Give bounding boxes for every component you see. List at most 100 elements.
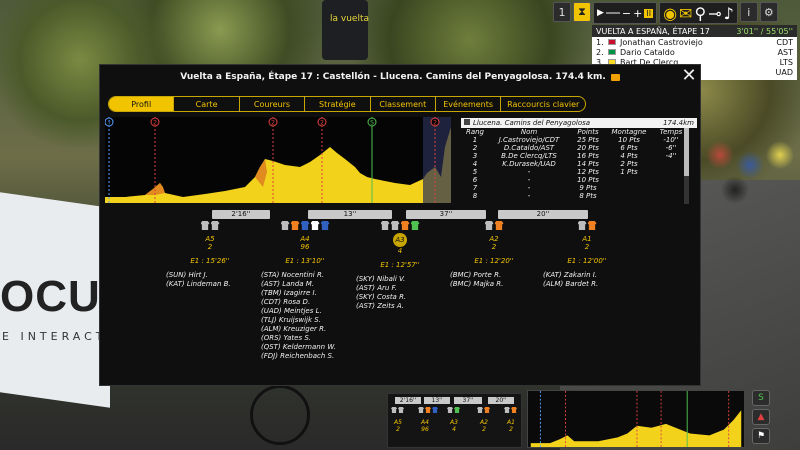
rider-name[interactable]: (BMC) Porte R.: [450, 271, 542, 280]
vuelta-pole-label: la vuelta: [330, 14, 369, 24]
pause-button[interactable]: II: [644, 8, 654, 18]
table-row[interactable]: 7 - 9 Pts: [461, 184, 697, 192]
settings-button[interactable]: ⚙: [759, 2, 778, 22]
standings-row[interactable]: 2. Dario Cataldo AST: [592, 47, 797, 57]
sprint-icon[interactable]: S: [752, 390, 770, 406]
tab-carte[interactable]: Carte: [174, 97, 240, 111]
profile-marker-icon[interactable]: 2: [268, 117, 278, 127]
rider-group[interactable]: A3 4 E1 : 12'57'' (SKY) Nibali V. (AST) Aru …: [352, 221, 448, 311]
vuelta-pole: [322, 0, 368, 60]
bell-icon[interactable]: ♪: [724, 4, 734, 23]
tab-raccourcis-clavier[interactable]: Raccourcis clavier: [501, 97, 585, 111]
column-header: Montagne: [611, 128, 647, 136]
profile-marker-icon[interactable]: 2: [150, 117, 160, 127]
rider-group[interactable]: A5 2 E1 : 15'26'' (SUN) Hirt J. (KAT) Lindem…: [162, 221, 258, 289]
table-row[interactable]: 6 - 10 Pts: [461, 176, 697, 184]
tab-coureurs[interactable]: Coureurs: [240, 97, 306, 111]
flag-icon: [608, 49, 616, 55]
rider-name[interactable]: (TLJ) Kruijswijk S.: [261, 316, 353, 325]
rider-name[interactable]: (AST) Zeits A.: [356, 302, 448, 311]
rider-group[interactable]: A4 96 E1 : 13'10'' (STA) Nocentini R. (AST) …: [257, 221, 353, 361]
rider-name[interactable]: (TBM) Izagirre I.: [261, 289, 353, 298]
rider-name[interactable]: (BMC) Majka R.: [450, 280, 542, 289]
table-cell: 8: [472, 192, 478, 200]
jersey-icon: [390, 221, 400, 230]
standings-pos: 2.: [596, 47, 604, 57]
profile-marker-icon[interactable]: 2: [430, 117, 440, 127]
table-row[interactable]: 3 B.De Clercq/LTS 16 Pts 4 Pts -4'': [461, 152, 697, 160]
eye-icon[interactable]: ◉: [663, 4, 677, 23]
rider-name[interactable]: (CDT) Rosa D.: [261, 298, 353, 307]
table-cell: 7: [472, 184, 478, 192]
rider-name[interactable]: (KAT) Zakarin I.: [543, 271, 635, 280]
group-label: A4: [300, 235, 310, 243]
table-row[interactable]: 4 K.Durasek/UAD 14 Pts 2 Pts: [461, 160, 697, 168]
rider-name[interactable]: (SKY) Costa R.: [356, 293, 448, 302]
rider-name[interactable]: (AST) Landa M.: [261, 280, 353, 289]
mini-jerseys: [477, 407, 490, 413]
group-gaps: 2'16'' 13'' 37'' 20'': [212, 210, 700, 220]
standings-title: VUELTA A ESPAÑA, ÉTAPE 17: [596, 26, 710, 36]
mail-icon[interactable]: ✉: [679, 4, 692, 23]
rider-name[interactable]: (ALM) Kreuziger R.: [261, 325, 353, 334]
rider-name[interactable]: (FDJ) Reichenbach S.: [261, 352, 353, 361]
finish-flag-icon[interactable]: ⚑: [752, 428, 770, 444]
play-icon[interactable]: ▶: [597, 8, 604, 18]
tab-profil[interactable]: Profil: [109, 97, 175, 111]
minus-button[interactable]: −: [622, 7, 631, 20]
rider-name[interactable]: (ALM) Bardet R.: [543, 280, 635, 289]
jersey-icon: [320, 221, 330, 230]
close-button[interactable]: ✕: [680, 67, 698, 86]
tab-ev-nements[interactable]: Evénements: [436, 97, 502, 111]
bike-icon[interactable]: ⚲: [694, 4, 706, 23]
group-count: 2: [584, 243, 590, 251]
rider-name[interactable]: (STA) Nocentini R.: [261, 271, 353, 280]
mini-profile[interactable]: [527, 390, 745, 448]
panel-title-text: Vuelta a España, Étape 17 : Castellón - …: [180, 72, 606, 82]
table-cell: 4 Pts: [620, 152, 638, 160]
profile-marker-icon[interactable]: S: [367, 117, 377, 127]
group-riders: (SKY) Nibali V. (AST) Aru F. (SKY) Costa R…: [352, 275, 448, 311]
group-time: E1 : 13'10'': [285, 257, 325, 265]
group-time: E1 : 15'26'': [190, 257, 230, 265]
mini-jerseys: [447, 407, 460, 413]
table-row[interactable]: 2 D.Cataldo/AST 20 Pts 6 Pts -6'': [461, 144, 697, 152]
speed-slider[interactable]: [605, 12, 620, 14]
table-row[interactable]: 1 J.Castroviejo/CDT 25 Pts 10 Pts -10'': [461, 136, 697, 144]
rider-name[interactable]: (AST) Aru F.: [356, 284, 448, 293]
table-row[interactable]: 5 - 12 Pts 1 Pts: [461, 168, 697, 176]
mini-jerseys: [418, 407, 438, 413]
rider-name[interactable]: (SUN) Hirt J.: [166, 271, 258, 280]
info-button[interactable]: i: [739, 2, 758, 22]
image-icon[interactable]: [610, 73, 620, 81]
mini-group-label: A3 4: [444, 419, 464, 433]
location-name: Llucena. Camins del Penyagolosa: [473, 119, 591, 127]
scrollbar-thumb[interactable]: [684, 128, 689, 176]
link-icon[interactable]: ⊸: [708, 4, 721, 23]
jersey-icon: [410, 221, 420, 230]
rider-name[interactable]: (ORS) Yates S.: [261, 334, 353, 343]
rider-name[interactable]: (QST) Keldermann W.: [261, 343, 353, 352]
mini-gap-bar: 20'': [488, 397, 514, 404]
hourglass-icon[interactable]: ⧗: [573, 2, 591, 22]
profile-marker-icon[interactable]: 2: [317, 117, 327, 127]
svg-text:2: 2: [433, 120, 437, 127]
rider-group[interactable]: A1 2 E1 : 12'00'' (KAT) Zakarin I. (ALM) Bar…: [539, 221, 635, 289]
profile-marker-icon[interactable]: ↑: [105, 117, 114, 127]
rider-name[interactable]: (SKY) Nibali V.: [356, 275, 448, 284]
table-scrollbar[interactable]: [684, 128, 689, 204]
tab-strat-gie[interactable]: Stratégie: [305, 97, 371, 111]
rider-name[interactable]: (UAD) Meintjes L.: [261, 307, 353, 316]
rider-group[interactable]: A2 2 E1 : 12'20'' (BMC) Porte R. (BMC) Majka…: [446, 221, 542, 289]
tab-classement[interactable]: Classement: [371, 97, 436, 111]
table-columns: Rang Nom Points Montagne Temps: [461, 128, 697, 136]
table-row[interactable]: 8 - 8 Pts: [461, 192, 697, 200]
jersey-icon: [391, 407, 397, 413]
climb-icon[interactable]: ▲: [752, 409, 770, 425]
plus-button[interactable]: +: [633, 7, 642, 20]
standings-row[interactable]: 1. Jonathan Castroviejo CDT: [592, 37, 797, 47]
mini-group-overview[interactable]: 2'16'' 13'' 37'' 20'' A5 2 A4 96 A3 4 A2 2 A1 2: [387, 393, 522, 448]
rider-name[interactable]: (KAT) Lindeman B.: [166, 280, 258, 289]
standings-team: LTS: [779, 57, 793, 67]
jersey-icon: [577, 221, 587, 230]
